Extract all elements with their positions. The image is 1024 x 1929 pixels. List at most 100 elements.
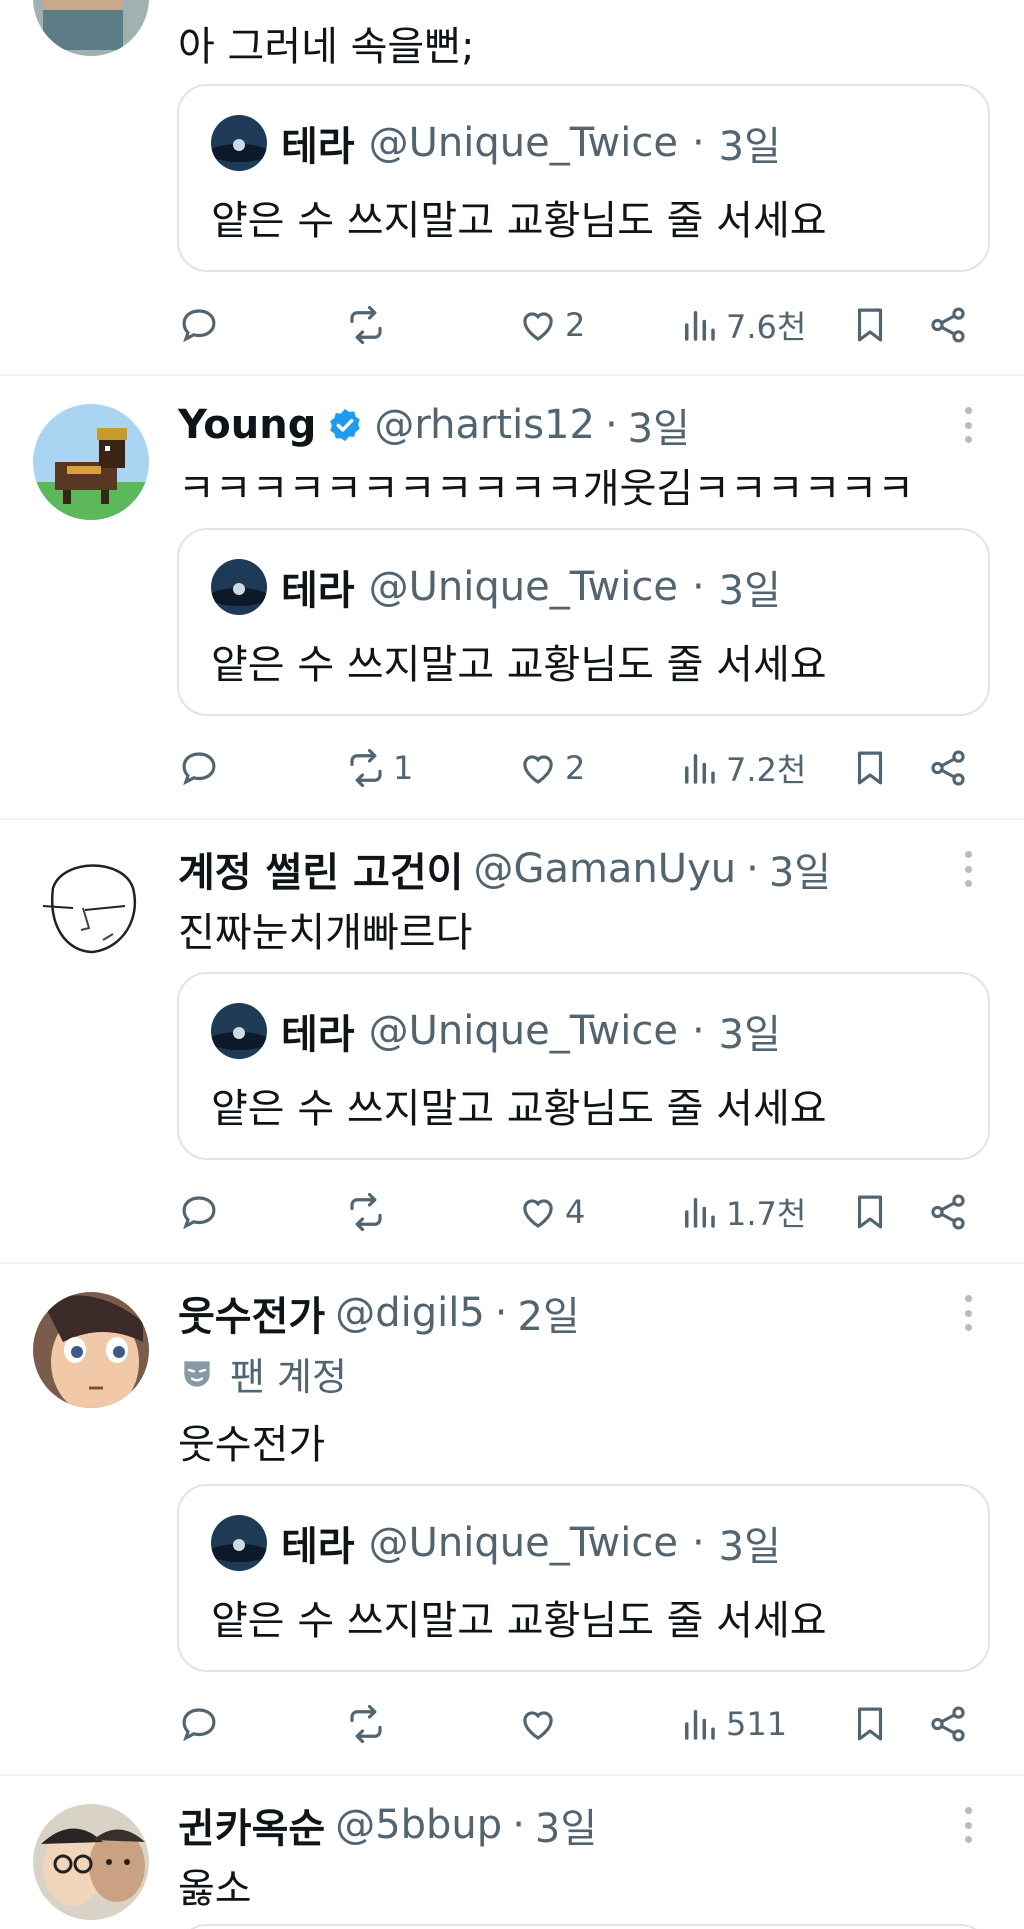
like-button[interactable]: 2 bbox=[517, 738, 585, 798]
like-button[interactable]: 2 bbox=[517, 295, 585, 355]
share-button[interactable] bbox=[927, 1694, 969, 1754]
separator-dot: · bbox=[691, 1008, 705, 1054]
post-text: 옳소 bbox=[178, 1866, 252, 1912]
post-header: Young @rhartis12 · 3일 bbox=[178, 400, 690, 452]
display-name[interactable]: Young bbox=[178, 402, 316, 448]
repost-button[interactable] bbox=[345, 1694, 393, 1754]
bookmark-button[interactable] bbox=[849, 295, 891, 355]
avatar[interactable] bbox=[33, 404, 149, 520]
quoted-post[interactable]: 테라 @Unique_Twice · 3일 얕은 수 쓰지말고 교황님도 줄 서… bbox=[177, 1484, 990, 1672]
avatar bbox=[211, 1003, 267, 1059]
share-button[interactable] bbox=[927, 738, 969, 798]
repost-button[interactable]: 1 bbox=[345, 738, 413, 798]
reply-button[interactable] bbox=[178, 738, 226, 798]
timestamp[interactable]: 3일 bbox=[769, 840, 831, 898]
separator-dot: · bbox=[691, 120, 705, 166]
quoted-display-name[interactable]: 테라 bbox=[281, 1002, 355, 1060]
views-button[interactable]: 7.2천 bbox=[678, 738, 806, 798]
display-name[interactable]: 계정 썰린 고건이 bbox=[178, 840, 463, 898]
bookmark-button[interactable] bbox=[849, 1694, 891, 1754]
reply-icon bbox=[182, 1196, 216, 1230]
divider bbox=[0, 818, 1024, 820]
verified-badge-icon bbox=[330, 408, 361, 442]
like-button[interactable]: 4 bbox=[517, 1182, 585, 1242]
more-options-icon[interactable] bbox=[953, 1795, 983, 1855]
repost-icon bbox=[350, 748, 382, 788]
quoted-timestamp[interactable]: 3일 bbox=[719, 558, 781, 616]
more-options-icon[interactable] bbox=[953, 395, 983, 455]
more-options-icon[interactable] bbox=[953, 1283, 983, 1343]
share-button[interactable] bbox=[927, 295, 969, 355]
like-button[interactable] bbox=[517, 1694, 565, 1754]
heart-icon bbox=[523, 312, 553, 341]
post-header: 귄카옥순 @5bbup · 3일 bbox=[178, 1800, 597, 1852]
display-name[interactable]: 귄카옥순 bbox=[178, 1796, 325, 1854]
post-actions: 1 2 7.2천 bbox=[0, 738, 1024, 798]
quoted-handle[interactable]: @Unique_Twice bbox=[369, 564, 678, 610]
quoted-timestamp[interactable]: 3일 bbox=[719, 1002, 781, 1060]
timestamp[interactable]: 3일 bbox=[628, 396, 690, 454]
quoted-timestamp[interactable]: 3일 bbox=[719, 114, 781, 172]
reply-button[interactable] bbox=[178, 295, 226, 355]
repost-icon bbox=[350, 305, 382, 345]
quoted-handle[interactable]: @Unique_Twice bbox=[369, 1008, 678, 1054]
quoted-post[interactable]: 테라 @Unique_Twice · 3일 얕은 수 쓰지말고 교황님도 줄 서… bbox=[177, 528, 990, 716]
post-text: ㅋㅋㅋㅋㅋㅋㅋㅋㅋㅋㅋ개웃김ㅋㅋㅋㅋㅋㅋ bbox=[178, 466, 914, 512]
bar-chart-icon bbox=[685, 754, 715, 784]
quoted-display-name[interactable]: 테라 bbox=[281, 1514, 355, 1572]
quoted-post-header: 테라 @Unique_Twice · 3일 bbox=[211, 1514, 781, 1572]
more-options-icon[interactable] bbox=[953, 839, 983, 899]
timestamp[interactable]: 2일 bbox=[518, 1284, 580, 1342]
avatar[interactable] bbox=[33, 848, 149, 964]
views-button[interactable]: 7.6천 bbox=[678, 295, 806, 355]
repost-button[interactable] bbox=[345, 1182, 393, 1242]
post-text: 진짜눈치개빠르다 bbox=[178, 910, 473, 956]
quoted-post[interactable]: 테라 @Unique_Twice · 3일 얕은 수 쓰지말고 교황님도 줄 서… bbox=[177, 84, 990, 272]
avatar[interactable] bbox=[33, 1292, 149, 1408]
quoted-timestamp[interactable]: 3일 bbox=[719, 1514, 781, 1572]
quoted-post-text: 얕은 수 쓰지말고 교황님도 줄 서세요 bbox=[211, 642, 827, 688]
heart-icon bbox=[523, 1711, 553, 1740]
quoted-display-name[interactable]: 테라 bbox=[281, 558, 355, 616]
divider bbox=[0, 374, 1024, 376]
display-name[interactable]: 웃수전가 bbox=[178, 1284, 325, 1342]
avatar bbox=[211, 115, 267, 171]
bookmark-icon bbox=[857, 1707, 883, 1741]
avatar[interactable] bbox=[33, 1804, 149, 1920]
quoted-post-header: 테라 @Unique_Twice · 3일 bbox=[211, 558, 781, 616]
avatar bbox=[211, 1515, 267, 1571]
views-button[interactable]: 1.7천 bbox=[678, 1182, 806, 1242]
separator-dot: · bbox=[691, 1520, 705, 1566]
bookmark-icon bbox=[857, 308, 883, 342]
reply-button[interactable] bbox=[178, 1694, 226, 1754]
fan-account-badge: 팬 계정 bbox=[178, 1346, 347, 1401]
share-button[interactable] bbox=[927, 1182, 969, 1242]
separator-dot: · bbox=[746, 846, 759, 892]
reply-icon bbox=[182, 1708, 216, 1742]
quoted-handle[interactable]: @Unique_Twice bbox=[369, 120, 678, 166]
quoted-post[interactable]: 테라 @Unique_Twice · 3일 얕은 수 쓰지말고 교황님도 줄 서… bbox=[177, 972, 990, 1160]
views-button[interactable]: 511 bbox=[678, 1694, 787, 1754]
post-actions: 511 bbox=[0, 1694, 1024, 1754]
bookmark-button[interactable] bbox=[849, 1182, 891, 1242]
timestamp[interactable]: 3일 bbox=[535, 1796, 597, 1854]
handle[interactable]: @GamanUyu bbox=[473, 846, 736, 892]
fan-account-label: 팬 계정 bbox=[230, 1355, 347, 1399]
reply-button[interactable] bbox=[178, 1182, 226, 1242]
like-count: 2 bbox=[565, 306, 586, 344]
divider bbox=[0, 1262, 1024, 1264]
quoted-post-text: 얕은 수 쓰지말고 교황님도 줄 서세요 bbox=[211, 198, 827, 244]
bar-chart-icon bbox=[685, 311, 715, 341]
post-text: 아 그러네 속을뻔; bbox=[178, 24, 475, 70]
quoted-handle[interactable]: @Unique_Twice bbox=[369, 1520, 678, 1566]
post-header: 웃수전가 @digil5 · 2일 bbox=[178, 1288, 580, 1340]
bookmark-icon bbox=[857, 1195, 883, 1229]
handle[interactable]: @rhartis12 bbox=[374, 402, 595, 448]
handle[interactable]: @5bbup bbox=[335, 1802, 502, 1848]
bookmark-button[interactable] bbox=[849, 738, 891, 798]
avatar[interactable] bbox=[33, 0, 149, 56]
quoted-post[interactable] bbox=[177, 1924, 990, 1929]
quoted-display-name[interactable]: 테라 bbox=[281, 114, 355, 172]
handle[interactable]: @digil5 bbox=[335, 1290, 485, 1336]
repost-button[interactable] bbox=[345, 295, 393, 355]
